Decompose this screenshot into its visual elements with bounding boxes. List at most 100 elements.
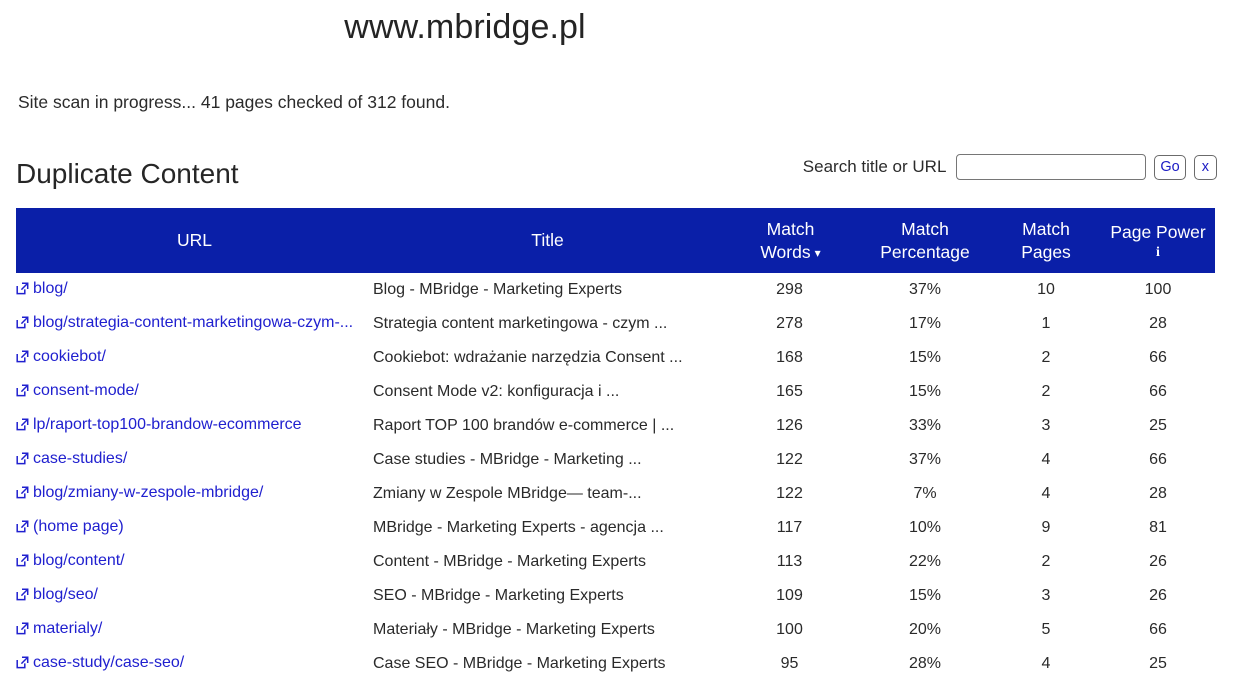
cell-match-percentage: 37% [908,451,942,468]
table-row: materialy/Materiały - MBridge - Marketin… [16,613,1215,647]
search-bar: Search title or URL Go x [803,154,1217,180]
cell-title: Case studies - MBridge - Marketing ... [373,451,642,468]
cell-match-words: 165 [776,383,803,400]
search-go-button[interactable]: Go [1154,154,1186,180]
cell-title: Blog - MBridge - Marketing Experts [373,281,622,298]
table-row: blog/seo/SEO - MBridge - Marketing Exper… [16,579,1215,613]
cell-match-words: 168 [776,349,803,366]
cell-url: materialy/ [16,613,373,647]
external-link-icon[interactable] [16,418,29,436]
table-row: case-study/case-seo/Case SEO - MBridge -… [16,647,1215,681]
external-link-icon[interactable] [16,520,29,538]
url-link[interactable]: lp/raport-top100-brandow-ecommerce [33,416,302,433]
column-header-url-label: URL [176,230,212,251]
cell-match-pages: 10 [1037,281,1055,298]
column-header-page-power-label: Page Power [1110,222,1206,243]
column-header-match-words-label-2: Words ▾ [722,241,859,263]
table-body: blog/Blog - MBridge - Marketing Experts 2… [16,273,1215,681]
duplicate-content-table: URL Title Match Words ▾ Match Percentage [16,208,1215,681]
table-row: case-studies/Case studies - MBridge - Ma… [16,443,1215,477]
cell-match-words: 100 [776,621,803,638]
column-header-match-pages[interactable]: Match Pages [991,208,1101,273]
cell-page-power: 26 [1149,553,1167,570]
external-link-icon[interactable] [16,554,29,572]
url-link[interactable]: case-study/case-seo/ [33,654,184,671]
cell-url: case-studies/ [16,443,373,477]
column-header-match-pages-label-1: Match [1022,219,1070,240]
external-link-icon[interactable] [16,350,29,368]
cell-title: SEO - MBridge - Marketing Experts [373,587,624,604]
cell-match-pages: 9 [1041,519,1051,536]
url-link[interactable]: materialy/ [33,620,102,637]
cell-match-pages: 4 [1041,485,1051,502]
cell-url: blog/strategia-content-marketingowa-czym… [16,307,373,341]
url-link[interactable]: consent-mode/ [33,382,139,399]
url-link[interactable]: (home page) [33,518,124,535]
cell-url: consent-mode/ [16,375,373,409]
cell-match-words: 117 [776,519,803,536]
external-link-icon[interactable] [16,452,29,470]
table-row: (home page) MBridge - Marketing Experts -… [16,511,1215,545]
cell-url: blog/content/ [16,545,373,579]
table-row: lp/raport-top100-brandow-ecommerce Raport… [16,409,1215,443]
table-header: URL Title Match Words ▾ Match Percentage [16,208,1215,273]
cell-match-words: 126 [776,417,803,434]
caret-down-icon[interactable]: ▾ [815,246,821,260]
cell-url: blog/ [16,273,373,307]
column-header-match-words-label-2-text: Words [760,241,811,262]
table-row: consent-mode/Consent Mode v2: konfigurac… [16,375,1215,409]
column-header-match-words[interactable]: Match Words ▾ [722,208,859,273]
url-link[interactable]: blog/content/ [33,552,125,569]
cell-match-percentage: 37% [908,281,942,298]
cell-url: blog/zmiany-w-zespole-mbridge/ [16,477,373,511]
cell-match-pages: 4 [1041,451,1051,468]
url-link[interactable]: blog/zmiany-w-zespole-mbridge/ [33,484,263,501]
cell-match-words: 113 [776,553,803,570]
external-link-icon[interactable] [16,486,29,504]
external-link-icon[interactable] [16,588,29,606]
url-link[interactable]: case-studies/ [33,450,127,467]
cell-match-pages: 2 [1041,383,1051,400]
cell-title: Consent Mode v2: konfiguracja i ... [373,383,620,400]
external-link-icon[interactable] [16,384,29,402]
cell-page-power: 66 [1149,383,1167,400]
url-link[interactable]: blog/seo/ [33,586,98,603]
cell-title: Content - MBridge - Marketing Experts [373,553,646,570]
external-link-icon[interactable] [16,622,29,640]
table-row: blog/strategia-content-marketingowa-czym… [16,307,1215,341]
cell-match-pages: 4 [1041,655,1051,672]
external-link-icon[interactable] [16,282,29,300]
external-link-icon[interactable] [16,316,29,334]
cell-match-percentage: 10% [908,519,942,536]
cell-match-pages: 2 [1041,349,1051,366]
url-link[interactable]: blog/ [33,280,68,297]
search-clear-button[interactable]: x [1193,154,1217,180]
search-label: Search title or URL [802,157,947,176]
external-link-icon[interactable] [16,656,29,674]
cell-match-percentage: 22% [908,553,942,570]
table-row: blog/Blog - MBridge - Marketing Experts 2… [16,273,1215,307]
section-heading: Duplicate Content [16,158,239,189]
url-link[interactable]: blog/strategia-content-marketingowa-czym… [33,314,353,331]
cell-match-percentage: 17% [908,315,942,332]
column-header-page-power[interactable]: Page Power i [1101,208,1215,273]
cell-match-percentage: 15% [908,349,942,366]
cell-title: Strategia content marketingowa - czym ..… [373,315,668,332]
duplicate-content-table-wrapper: URL Title Match Words ▾ Match Percentage [16,208,1215,681]
table-row: cookiebot/Cookiebot: wdrażanie narzędzia… [16,341,1215,375]
column-header-match-words-label-1: Match [766,219,815,240]
column-header-url[interactable]: URL [16,208,373,273]
column-header-title-label: Title [531,230,564,251]
cell-match-words: 109 [776,587,803,604]
column-header-title[interactable]: Title [373,208,722,273]
table-row: blog/zmiany-w-zespole-mbridge/Zmiany w Z… [16,477,1215,511]
column-header-match-percentage[interactable]: Match Percentage [859,208,991,273]
cell-title: Cookiebot: wdrażanie narzędzia Consent .… [373,349,683,366]
scan-status-text: Site scan in progress... 41 pages checke… [18,92,450,112]
cell-match-words: 278 [776,315,803,332]
cell-match-words: 122 [776,451,803,468]
url-link[interactable]: cookiebot/ [33,348,106,365]
cell-page-power: 28 [1149,315,1167,332]
search-input[interactable] [956,154,1147,180]
info-icon[interactable]: i [1101,245,1215,260]
